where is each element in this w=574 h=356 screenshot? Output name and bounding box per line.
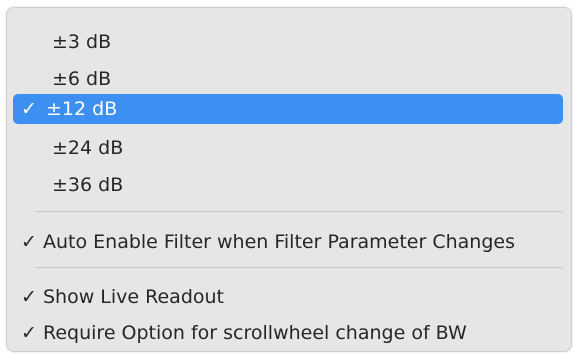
menu-item-label: ±36 dB <box>52 174 124 196</box>
checkmark-icon: ✓ <box>21 231 37 253</box>
menu-item-label: Show Live Readout <box>43 286 225 308</box>
menu-item-auto-enable-filter[interactable]: ✓ Auto Enable Filter when Filter Paramet… <box>13 227 563 257</box>
menu-separator <box>35 211 563 212</box>
menu-item-label: ±6 dB <box>52 68 112 90</box>
dropdown-menu: ±3 dB ±6 dB ✓ ±12 dB ±24 dB ±36 dB ✓ Aut… <box>6 7 572 352</box>
menu-item-label: Require Option for scrollwheel change of… <box>43 322 467 344</box>
checkmark-icon: ✓ <box>21 322 37 344</box>
checkmark-icon: ✓ <box>21 286 37 308</box>
menu-item-label: ±12 dB <box>46 98 118 120</box>
menu-item-show-live-readout[interactable]: ✓ Show Live Readout <box>13 282 563 312</box>
menu-item-gain-6db[interactable]: ±6 dB <box>19 64 569 94</box>
checkmark-icon: ✓ <box>21 98 37 120</box>
menu-item-gain-36db[interactable]: ±36 dB <box>19 170 569 200</box>
menu-separator <box>35 267 563 268</box>
menu-item-label: ±3 dB <box>52 31 112 53</box>
menu-item-gain-12db[interactable]: ✓ ±12 dB <box>13 94 563 124</box>
menu-item-gain-3db[interactable]: ±3 dB <box>19 27 569 57</box>
menu-item-gain-24db[interactable]: ±24 dB <box>19 133 569 163</box>
menu-item-label: ±24 dB <box>52 137 124 159</box>
menu-item-label: Auto Enable Filter when Filter Parameter… <box>43 231 515 253</box>
menu-item-require-option-scrollwheel[interactable]: ✓ Require Option for scrollwheel change … <box>13 318 563 348</box>
